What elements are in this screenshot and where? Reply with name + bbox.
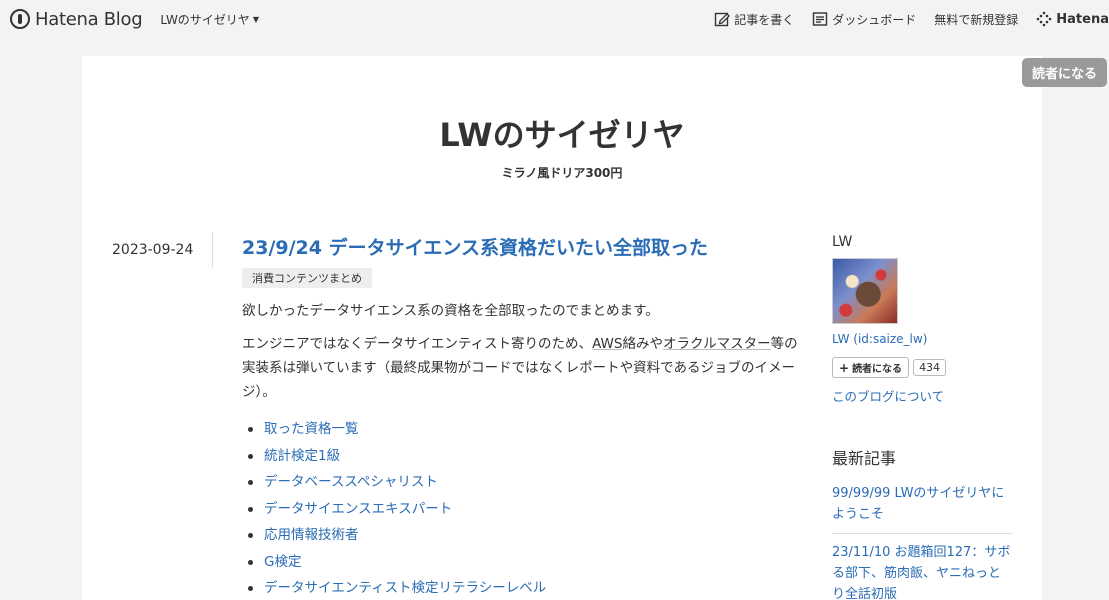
blog-container: LWのサイゼリヤ ミラノ風ドリア300円 2023-09-24 23/9/24 … (82, 56, 1042, 600)
entry-paragraph-1: 欲しかったデータサイエンス系の資格を全部取ったのでまとめます。 (242, 302, 659, 319)
aws-keyword-link[interactable]: AWS (592, 336, 622, 352)
header-right: 記事を書く ダッシュボード 無料で新規登録 Hatena (696, 0, 1109, 38)
global-header: Hatena Blog LWのサイゼリヤ ▼ 記事を書く ダッシュボード 無料で… (0, 0, 1109, 38)
hatena-label: Hatena (1056, 11, 1109, 27)
blog-description: ミラノ風ドリア300円 (501, 166, 623, 180)
entry-body: 欲しかったデータサイエンス系の資格を全部取ったのでまとめます。 エンジニアではな… (242, 300, 802, 600)
user-id-link[interactable]: LW (id:saize_lw) (832, 332, 1012, 346)
sidebar: LW LW (id:saize_lw) + 読者になる 434 このブログについ… (832, 234, 1012, 600)
toc-item[interactable]: 取った資格一覧 (248, 416, 802, 443)
hatena-menu[interactable]: Hatena (1036, 11, 1109, 27)
hatena-dots-icon (1036, 11, 1052, 27)
about-blog-link[interactable]: このブログについて (832, 386, 1012, 405)
caret-down-icon: ▼ (252, 14, 259, 24)
recent-entries-list: 99/99/99 LWのサイゼリヤにようこそ 23/11/10 お題箱回127：… (832, 483, 1012, 600)
toc-item[interactable]: 応用情報技術者 (248, 522, 802, 549)
paragraph-text: エンジニアではなくデータサイエンティスト寄りのため、 (242, 336, 593, 353)
subscribe-row: + 読者になる 434 (832, 357, 1012, 378)
hatena-blog-logo-icon[interactable] (10, 9, 30, 29)
toc-item[interactable]: G検定 (248, 549, 802, 576)
entry: 23/9/24 データサイエンス系資格だいたい全部取った 消費コンテンツまとめ … (242, 236, 802, 600)
register-label: 無料で新規登録 (934, 12, 1019, 27)
sidebar-user-name: LW (832, 234, 853, 250)
pencil-edit-icon (715, 12, 731, 27)
logo-text[interactable]: Hatena Blog (35, 9, 143, 30)
entry-date[interactable]: 2023-09-24 (112, 242, 193, 258)
recent-entries-heading: 最新記事 (832, 449, 897, 468)
avatar[interactable] (832, 258, 898, 324)
sidebar-subscribe-button[interactable]: + 読者になる (832, 357, 910, 378)
blog-title[interactable]: LWのサイゼリヤ (82, 110, 1042, 156)
dashboard-label: ダッシュボード (832, 12, 917, 27)
subscribe-button[interactable]: 読者になる (1021, 58, 1107, 87)
write-article-label: 記事を書く (734, 12, 795, 27)
paragraph-text: 絡みや (622, 336, 663, 353)
entry-title[interactable]: 23/9/24 データサイエンス系資格だいたい全部取った (242, 236, 802, 262)
register-link[interactable]: 無料で新規登録 (934, 11, 1018, 28)
recent-entry-link[interactable]: 23/11/10 お題箱回127：サボる部下、筋肉飯、ヤニねっとり全話初版 (832, 542, 1012, 600)
entry-paragraph-2: エンジニアではなくデータサイエンティスト寄りのため、AWS絡みやオラクルマスター… (242, 333, 802, 404)
plus-icon: + (839, 360, 850, 375)
subscribe-label: 読者になる (852, 364, 903, 375)
oracle-master-keyword-link[interactable]: オラクルマスター (663, 336, 771, 352)
header-left: Hatena Blog LWのサイゼリヤ ▼ (10, 9, 259, 30)
subscriber-count[interactable]: 434 (913, 359, 947, 376)
recent-entry-link[interactable]: 99/99/99 LWのサイゼリヤにようこそ (832, 483, 1012, 534)
dashboard-link[interactable]: ダッシュボード (812, 11, 916, 28)
toc-item[interactable]: データサイエンスエキスパート (248, 496, 802, 523)
toc-item[interactable]: データベーススペシャリスト (248, 469, 802, 496)
toc-item[interactable]: データサイエンティスト検定リテラシーレベル (248, 575, 802, 600)
toc-item[interactable]: 統計検定1級 (248, 443, 802, 470)
blog-switcher-label: LWのサイゼリヤ (160, 12, 250, 27)
blog-switcher[interactable]: LWのサイゼリヤ ▼ (160, 11, 259, 28)
dashboard-icon (813, 12, 828, 26)
category-tag[interactable]: 消費コンテンツまとめ (242, 267, 372, 288)
date-divider (212, 232, 213, 268)
table-of-contents: 取った資格一覧 統計検定1級 データベーススペシャリスト データサイエンスエキス… (242, 416, 802, 600)
write-article-link[interactable]: 記事を書く (714, 11, 794, 28)
